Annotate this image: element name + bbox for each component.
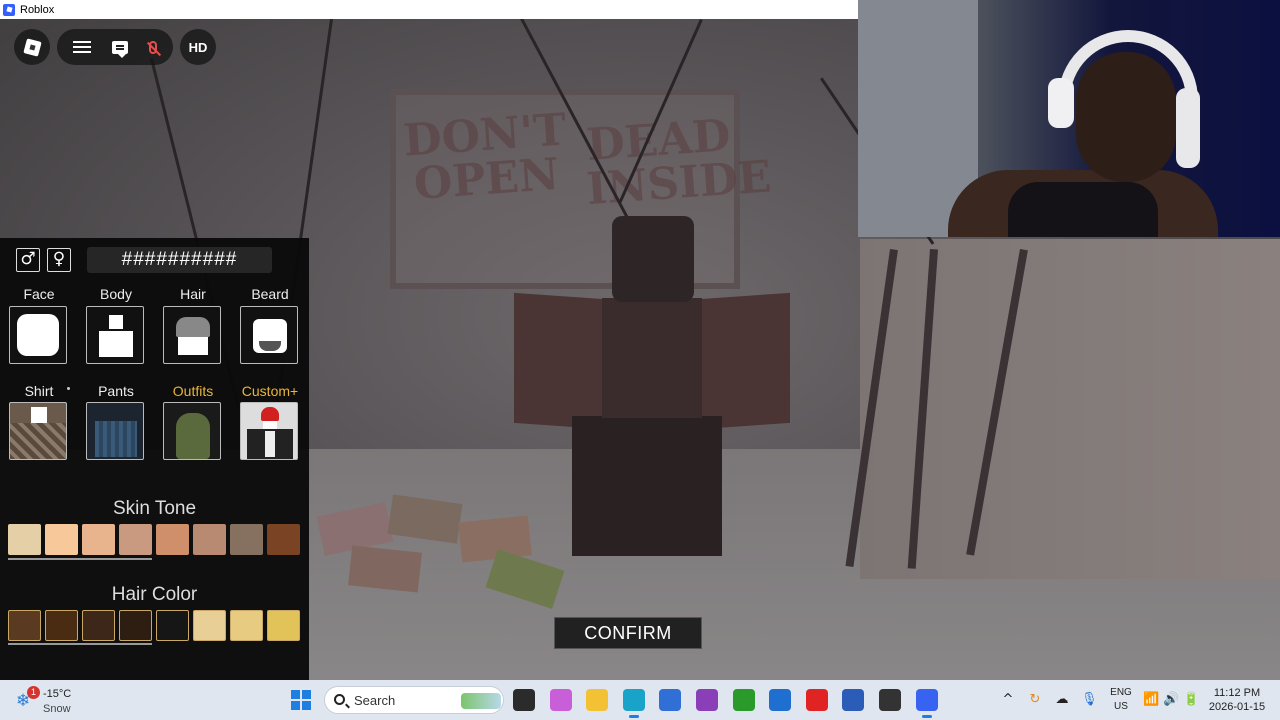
skin-tone-swatch[interactable] (230, 524, 263, 555)
skin-tone-swatch[interactable] (119, 524, 152, 555)
body-label: Body (100, 286, 132, 302)
word-icon[interactable] (842, 689, 865, 711)
windows-start-icon[interactable] (291, 690, 311, 710)
hamburger-menu-icon[interactable] (73, 41, 92, 53)
hair-color-swatch[interactable] (267, 610, 300, 641)
volume-icon[interactable]: 🔊 (1163, 692, 1179, 708)
window-title: Roblox (20, 3, 55, 16)
webcam-overlay (858, 0, 1280, 237)
show-hidden-icons-chevron-icon[interactable]: ^ (1000, 692, 1016, 708)
shirt-label: Shirt (24, 383, 54, 399)
shirt-tile[interactable] (9, 402, 67, 460)
microphone-muted-icon[interactable] (148, 40, 157, 54)
beard-tile[interactable] (240, 306, 298, 364)
skin-tone-swatch[interactable] (8, 524, 41, 555)
hair-color-swatch[interactable] (156, 610, 189, 641)
female-gender-button[interactable]: ♀ (47, 248, 71, 272)
windows-taskbar: ❄ 1 -15°C Snow Search ^ ↻ ☁ 🎙 ENG US 📶 🔊… (0, 680, 1280, 720)
window-titlebar: Roblox (0, 0, 858, 19)
outfits-tile[interactable] (163, 402, 221, 460)
copilot-icon[interactable] (549, 689, 572, 711)
beard-label: Beard (251, 286, 289, 302)
hair-color-swatch[interactable] (193, 610, 226, 641)
skin-tone-swatch[interactable] (193, 524, 226, 555)
hair-label: Hair (180, 286, 206, 302)
outfits-label: Outfits (172, 383, 214, 399)
hair-color-title: Hair Color (111, 584, 198, 605)
hair-color-swatch[interactable] (82, 610, 115, 641)
hair-color-swatch[interactable] (230, 610, 263, 641)
language-code: ENG (1110, 687, 1132, 698)
topbar-controls (57, 29, 173, 65)
cloud-offline-icon[interactable]: ☁ (1054, 692, 1070, 708)
app-purple-icon[interactable] (696, 689, 718, 711)
chat-icon[interactable] (111, 40, 128, 58)
custom-plus-label: Custom+ (241, 383, 299, 399)
skin-tone-swatch[interactable] (45, 524, 78, 555)
task-view-icon[interactable] (513, 689, 535, 711)
hair-color-swatch[interactable] (45, 610, 78, 641)
skin-tone-scrollbar[interactable] (8, 558, 152, 560)
sync-icon[interactable]: ↻ (1027, 692, 1043, 708)
custom-plus-tile[interactable] (240, 402, 298, 460)
clock-date: 2026-01-15 (1208, 701, 1266, 713)
skin-tone-title: Skin Tone (112, 498, 197, 519)
male-gender-button[interactable]: ♂ (16, 248, 40, 272)
sign-dead-inside: DEAD INSIDE (584, 110, 773, 216)
taskbar-search[interactable]: Search (324, 686, 504, 714)
face-label: Face (23, 286, 55, 302)
weather-condition: Snow (43, 703, 71, 715)
character-customizer-panel: ♂ ♀ ########## Face Body Hair Beard Shir… (0, 238, 309, 680)
confirm-button[interactable]: CONFIRM (554, 617, 702, 649)
edge-icon[interactable] (622, 689, 645, 718)
battery-icon[interactable]: 🔋 (1183, 692, 1199, 708)
search-icon (334, 694, 345, 705)
hair-color-swatch[interactable] (8, 610, 41, 641)
clock-time: 11:12 PM (1213, 687, 1261, 699)
xbox-icon[interactable] (732, 689, 755, 711)
roblox-icon (3, 3, 15, 16)
obs-icon[interactable] (879, 689, 901, 711)
screen: Roblox DON'T OPEN DEAD INSIDE HD ♂ ♀ ###… (0, 0, 1280, 720)
roblox-logo-icon (22, 37, 42, 57)
skin-tone-swatch[interactable] (82, 524, 115, 555)
roblox-menu-button[interactable] (14, 29, 50, 65)
file-explorer-icon[interactable] (586, 689, 609, 711)
outlook-icon[interactable] (769, 689, 792, 711)
face-tile[interactable] (9, 306, 67, 364)
hd-button[interactable]: HD (180, 29, 216, 65)
roblox-taskbar-icon[interactable] (915, 689, 938, 718)
pants-tile[interactable] (86, 402, 144, 460)
weather-notification-badge: 1 (27, 686, 40, 699)
pants-label: Pants (98, 383, 134, 399)
hair-tile[interactable] (163, 306, 221, 364)
search-label: Search (354, 693, 396, 708)
character-name-field[interactable]: ########## (87, 247, 272, 273)
body-tile[interactable] (86, 306, 144, 364)
taskbar-clock[interactable]: 11:12 PM 2026-01-15 (1205, 686, 1269, 714)
weather-widget[interactable]: ❄ 1 -15°C Snow (16, 684, 96, 716)
skin-tone-swatch[interactable] (267, 524, 300, 555)
microphone-icon[interactable]: 🎙 (1081, 692, 1098, 708)
youtube-icon[interactable] (805, 689, 828, 711)
sign-dont-open: DON'T OPEN (401, 104, 568, 210)
hair-color-scrollbar[interactable] (8, 643, 152, 645)
language-region: US (1114, 701, 1128, 712)
store-icon[interactable] (659, 689, 682, 711)
search-highlight-art (461, 693, 501, 709)
wifi-icon[interactable]: 📶 (1143, 692, 1159, 708)
new-indicator-dot (67, 387, 70, 390)
skin-tone-swatch[interactable] (156, 524, 189, 555)
weather-temperature: -15°C (43, 688, 72, 700)
hair-color-swatch[interactable] (119, 610, 152, 641)
language-indicator[interactable]: ENG US (1108, 686, 1134, 714)
player-avatar (514, 216, 790, 561)
